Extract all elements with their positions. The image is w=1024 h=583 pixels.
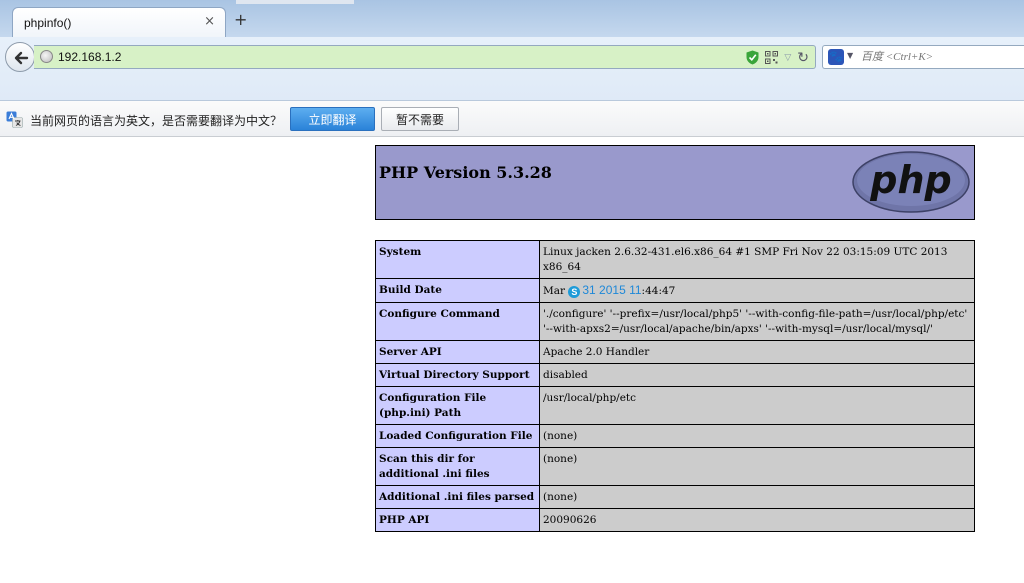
url-bar[interactable]: 192.168.1.2 ▽ ↻ [34,45,816,69]
search-bar[interactable]: 🐾 ▼ [822,45,1024,69]
translate-message: 当前网页的语言为英文，是否需要翻译为中文？ [30,114,283,128]
back-arrow-icon [14,51,29,65]
row-key: Additional .ini files parsed [375,485,540,509]
php-logo-icon: php [852,151,970,213]
row-value: disabled [539,363,975,387]
globe-icon [40,50,53,63]
php-info-table: System Linux jacken 2.6.32-431.el6.x86_64… [375,240,975,532]
tab-strip: phpinfo() × + [0,0,1024,37]
tab-title: phpinfo() [24,16,72,30]
php-version-title: PHP Version 5.3.28 [379,163,552,182]
back-button[interactable] [5,42,35,72]
translate-now-button[interactable]: 立即翻译 [290,107,375,131]
row-value: 20090626 [539,508,975,532]
table-row: Build Date Mar S 31 2015 11:44:47 [375,278,975,303]
row-key: Build Date [375,278,540,303]
value-prefix: Mar [543,285,566,297]
page-content: PHP Version 5.3.28 php System Linux jacke… [0,137,1024,583]
baidu-paw-icon[interactable]: 🐾 [828,49,844,65]
translate-icon [6,111,23,128]
row-key: System [375,240,540,279]
table-row: Server API Apache 2.0 Handler [375,340,975,364]
row-value: (none) [539,424,975,448]
background-tab-ghost [236,0,354,4]
reload-icon[interactable]: ↻ [797,50,809,66]
row-key: Server API [375,340,540,364]
table-row: PHP API 20090626 [375,508,975,532]
row-value: Apache 2.0 Handler [539,340,975,364]
table-row: Configuration File (php.ini) Path/usr/lo… [375,386,975,425]
row-key: Configuration File (php.ini) Path [375,386,540,425]
table-row: Scan this dir for additional .ini files(… [375,447,975,486]
row-key: Loaded Configuration File [375,424,540,448]
table-row: System Linux jacken 2.6.32-431.el6.x86_64… [375,240,975,279]
close-icon[interactable]: × [204,14,215,30]
table-row: Virtual Directory Support disabled [375,363,975,387]
php-logo-text: php [869,158,951,202]
tab-phpinfo[interactable]: phpinfo() × [12,7,226,37]
navigation-bar: 192.168.1.2 ▽ ↻ 🐾 ▼ [0,37,1024,101]
shield-icon[interactable] [746,50,759,65]
row-value: Mar S 31 2015 11:44:47 [539,278,975,303]
skype-phone-link[interactable]: S 31 2015 11 [568,283,642,298]
search-input[interactable] [861,49,1021,65]
skype-link-text[interactable]: 31 2015 11 [582,283,641,297]
dropdown-arrow-icon[interactable]: ▽ [784,53,791,63]
translate-notification-bar: 当前网页的语言为英文，是否需要翻译为中文？ 立即翻译 暂不需要 [0,101,1024,137]
skype-icon[interactable]: S [568,286,581,298]
qr-code-icon[interactable] [765,51,779,64]
new-tab-icon[interactable]: + [234,12,247,28]
url-bar-icons: ▽ ↻ [746,49,809,66]
table-row: Configure Command './configure' '--prefix… [375,302,975,341]
table-row: Loaded Configuration File (none) [375,424,975,448]
value-suffix: :44:47 [641,285,676,297]
url-text[interactable]: 192.168.1.2 [58,50,121,64]
row-key: PHP API [375,508,540,532]
row-value: (none) [539,447,975,486]
row-value: /usr/local/php/etc [539,386,975,425]
row-key: Virtual Directory Support [375,363,540,387]
php-version-header: PHP Version 5.3.28 php [375,145,975,220]
row-value: './configure' '--prefix=/usr/local/php5'… [539,302,975,341]
table-row: Additional .ini files parsed (none) [375,485,975,509]
row-value: Linux jacken 2.6.32-431.el6.x86_64 #1 SM… [539,240,975,279]
row-value: (none) [539,485,975,509]
row-key: Configure Command [375,302,540,341]
chevron-down-icon[interactable]: ▼ [847,51,853,60]
dismiss-translate-button[interactable]: 暂不需要 [381,107,459,131]
row-key: Scan this dir for additional .ini files [375,447,540,486]
